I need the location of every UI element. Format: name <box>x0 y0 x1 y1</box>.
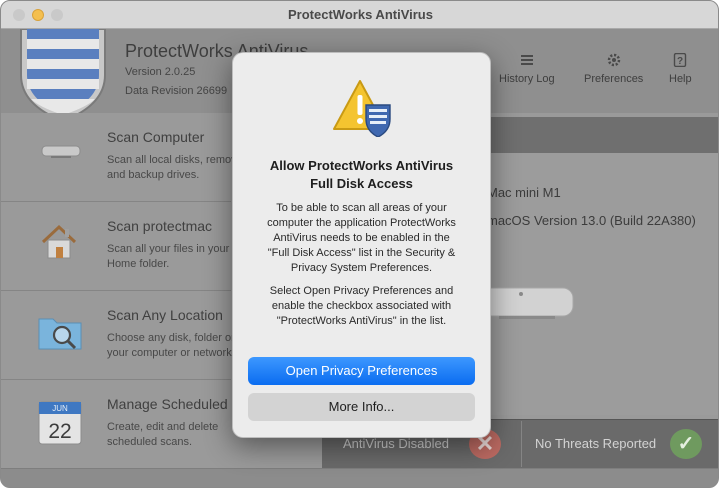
warning-shield-icon <box>333 80 391 137</box>
status-divider <box>521 421 522 467</box>
sidebar-item-title: Scan Any Location <box>107 307 223 323</box>
computer-os-version: macOS Version 13.0 (Build 22A380) <box>487 213 696 228</box>
list-icon <box>520 55 533 65</box>
folder-search-icon <box>38 318 82 350</box>
shield-logo-icon <box>20 29 106 121</box>
bottom-strip <box>1 468 718 487</box>
title-bar: ProtectWorks AntiVirus <box>1 1 718 29</box>
preferences-label: Preferences <box>584 73 644 85</box>
more-info-button[interactable]: More Info... <box>248 393 475 421</box>
app-version: Version 2.0.25 <box>125 66 196 78</box>
toolbar-help[interactable]: ? Help <box>669 53 692 85</box>
full-disk-access-dialog: Allow ProtectWorks AntiVirus Full Disk A… <box>232 52 491 438</box>
computer-panel-header <box>491 117 718 153</box>
dialog-message-2: Select Open Privacy Preferences and enab… <box>269 285 454 327</box>
sidebar-item-scan-any-location[interactable]: Scan Any Location Choose any disk, folde… <box>1 291 267 380</box>
dialog-message-1: To be able to scan all areas of your com… <box>267 202 456 274</box>
dialog-title: Allow ProtectWorks AntiVirus Full Disk A… <box>269 158 454 191</box>
toolbar-history-log[interactable]: History Log <box>499 53 555 85</box>
home-icon <box>41 224 77 259</box>
svg-text:22: 22 <box>48 420 71 443</box>
open-privacy-preferences-button[interactable]: Open Privacy Preferences <box>248 357 475 385</box>
toolbar-preferences[interactable]: Preferences <box>584 53 643 85</box>
svg-text:?: ? <box>677 56 683 67</box>
history-log-label: History Log <box>499 73 555 85</box>
mac-mini-icon <box>41 145 81 158</box>
gear-icon <box>607 53 620 67</box>
sidebar-item-desc: Create, edit and delete scheduled scans. <box>107 421 219 448</box>
sidebar-item-title: Scan Computer <box>107 129 205 145</box>
help-label: Help <box>669 73 692 85</box>
sidebar-item-manage-scheduled[interactable]: JUN 22 Manage Scheduled Scans Create, ed… <box>1 380 270 469</box>
sidebar-item-scan-home[interactable]: Scan protectmac Scan all your files in y… <box>1 202 231 291</box>
data-revision: Data Revision 26699 <box>125 85 228 97</box>
sidebar-item-desc: Scan all your files in your Home folder. <box>107 243 230 270</box>
computer-model: Mac mini M1 <box>487 185 561 200</box>
window-title: ProtectWorks AntiVirus <box>288 7 433 22</box>
mac-mini-image <box>480 287 574 319</box>
sidebar-item-title: Scan protectmac <box>107 218 213 234</box>
threat-status-text: No Threats Reported <box>535 436 657 451</box>
question-icon: ? <box>674 53 687 67</box>
svg-text:JUN: JUN <box>52 404 68 413</box>
antivirus-status-text: AntiVirus Disabled <box>343 436 449 451</box>
check-circle-icon: ✓ <box>670 429 702 459</box>
app-window: ProtectWorks AntiVirus ProtectWorks Anti… <box>0 0 719 488</box>
calendar-icon: JUN 22 <box>38 401 82 445</box>
sidebar: Scan Computer Scan all local disks, remo… <box>1 113 270 469</box>
sidebar-item-scan-computer[interactable]: Scan Computer Scan all local disks, remo… <box>1 113 257 202</box>
